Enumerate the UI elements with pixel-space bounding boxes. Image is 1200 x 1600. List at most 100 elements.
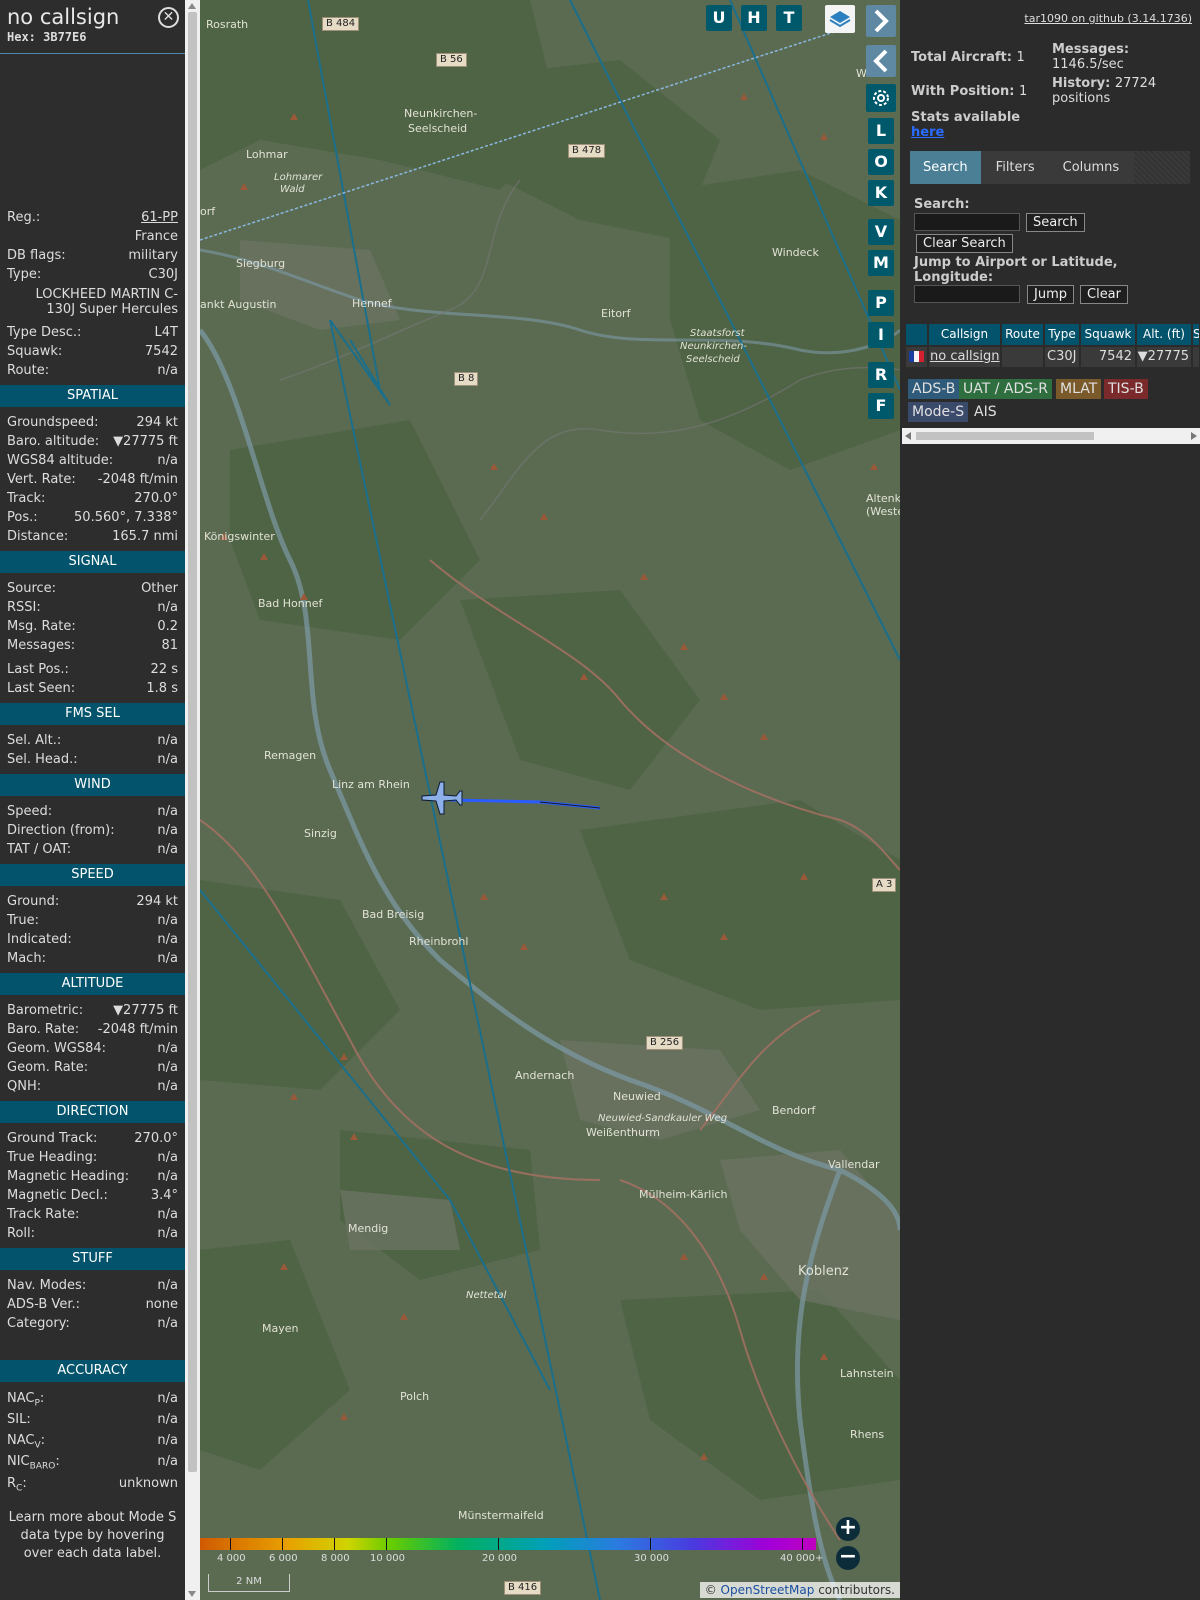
jump-button[interactable]: Jump xyxy=(1027,285,1074,304)
table-header-squawk[interactable]: Squawk xyxy=(1081,324,1136,345)
map-btn-t[interactable]: T xyxy=(776,5,802,31)
road-label: B 8 xyxy=(454,372,479,386)
clear-search-button[interactable]: Clear Search xyxy=(916,234,1013,253)
map-btn-f[interactable]: F xyxy=(868,393,894,419)
scroll-right-icon[interactable] xyxy=(1191,432,1197,440)
info-row: Magnetic Heading: n/a xyxy=(0,1167,185,1186)
table-header-route[interactable]: Route xyxy=(1002,324,1044,345)
tab-filters[interactable]: Filters xyxy=(982,151,1048,184)
map-btn-k[interactable]: K xyxy=(868,180,894,206)
tab-search[interactable]: Search xyxy=(910,151,981,184)
type-row: Type: C30J xyxy=(0,265,185,284)
place-label: Siegburg xyxy=(236,257,286,270)
table-header-alt[interactable]: Alt. (ft) xyxy=(1137,324,1192,345)
info-row: Source: Other xyxy=(0,579,185,598)
layers-button[interactable] xyxy=(825,5,855,33)
table-header-type[interactable]: Type xyxy=(1045,324,1080,345)
table-header-speed[interactable]: S xyxy=(1193,324,1200,345)
scroll-left-icon[interactable] xyxy=(905,432,911,440)
place-label: Münstermaifeld xyxy=(458,1509,544,1522)
map-btn-p[interactable]: P xyxy=(868,290,894,316)
info-row-label: Nav. Modes: xyxy=(7,1278,87,1293)
reg-link[interactable]: 61-PP xyxy=(141,208,178,227)
jump-input[interactable] xyxy=(914,285,1020,303)
section-spatial: SPATIAL xyxy=(0,385,185,407)
info-row: QNH: n/a xyxy=(0,1077,185,1096)
table-header-callsign[interactable]: Callsign xyxy=(929,324,1001,345)
info-row-value: n/a xyxy=(157,1226,178,1241)
map-btn-u[interactable]: U xyxy=(706,5,732,31)
altitude-legend-label: 40 000+ xyxy=(780,1553,824,1564)
legend-uat[interactable]: UAT / ADS-R xyxy=(959,379,1052,399)
settings-button[interactable] xyxy=(866,84,896,112)
map-btn-h[interactable]: H xyxy=(741,5,767,31)
zoom-out-button[interactable]: − xyxy=(836,1546,860,1570)
info-row-label: Groundspeed: xyxy=(7,415,99,430)
info-row-label: Ground Track: xyxy=(7,1131,98,1146)
info-row-value: n/a xyxy=(157,752,178,767)
close-icon[interactable]: ✕ xyxy=(158,7,179,28)
info-row-label: Last Seen: xyxy=(7,681,76,696)
info-row-value: n/a xyxy=(157,453,178,468)
place-label: Seelscheid xyxy=(686,354,740,365)
expand-info-button[interactable] xyxy=(866,45,896,77)
scrollbar-thumb[interactable] xyxy=(916,432,1094,440)
route-value: n/a xyxy=(157,363,178,378)
info-row-value: -2048 ft/min xyxy=(97,1022,178,1037)
tab-columns[interactable]: Columns xyxy=(1049,151,1133,184)
legend-modes[interactable]: Mode-S xyxy=(908,402,969,422)
info-footer-text: Learn more about Mode S data type by hov… xyxy=(8,1510,177,1561)
sil-value: n/a xyxy=(157,1412,178,1427)
info-row-value: n/a xyxy=(157,1278,178,1293)
nacv-value: n/a xyxy=(157,1433,178,1448)
collapse-sidebar-button[interactable] xyxy=(866,5,896,37)
info-row: Msg. Rate: 0.2 xyxy=(0,617,185,636)
sidebar-panel: tar1090 on github (3.14.1736) Total Airc… xyxy=(900,0,1200,1600)
nacp-value: n/a xyxy=(157,1391,178,1406)
scrollbar-thumb[interactable] xyxy=(188,12,197,1472)
info-row: Last Pos.: 22 s xyxy=(0,660,185,679)
row-callsign[interactable]: no callsign xyxy=(929,347,1001,367)
place-label: Hennef xyxy=(352,297,392,310)
osm-link[interactable]: OpenStreetMap xyxy=(721,1583,815,1597)
place-label: orf xyxy=(200,205,216,218)
altitude-legend-label: 10 000 xyxy=(370,1553,405,1564)
table-horizontal-scrollbar[interactable] xyxy=(902,428,1200,444)
map-btn-o[interactable]: O xyxy=(868,149,894,175)
map-view[interactable]: Rosrath Neunkirchen- Seelscheid Lohmar L… xyxy=(200,0,900,1600)
place-label: Nettetal xyxy=(466,1290,507,1301)
zoom-in-button[interactable]: + xyxy=(836,1517,860,1541)
info-row-label: Messages: xyxy=(7,638,76,653)
info-row-label: TAT / OAT: xyxy=(7,842,72,857)
map-btn-l[interactable]: L xyxy=(868,118,894,144)
search-input[interactable] xyxy=(914,213,1020,231)
search-button[interactable]: Search xyxy=(1026,213,1085,232)
info-row-label: Baro. Rate: xyxy=(7,1022,80,1037)
info-row-label: Roll: xyxy=(7,1226,36,1241)
legend-ais[interactable]: AIS xyxy=(970,402,1001,422)
legend-tisb[interactable]: TIS-B xyxy=(1104,379,1148,399)
scroll-down-icon[interactable] xyxy=(188,1591,196,1597)
scroll-up-icon[interactable] xyxy=(188,3,196,9)
stats-link[interactable]: here xyxy=(911,125,944,140)
place-label: Koblenz xyxy=(798,1264,849,1279)
legend-mlat[interactable]: MLAT xyxy=(1056,379,1102,399)
place-label: Bendorf xyxy=(772,1104,816,1117)
map-btn-m[interactable]: M xyxy=(868,250,894,276)
clear-button[interactable]: Clear xyxy=(1080,285,1128,304)
legend-adsb[interactable]: ADS-B xyxy=(908,379,960,399)
info-row-label: Indicated: xyxy=(7,932,72,947)
github-link[interactable]: tar1090 on github (3.14.1736) xyxy=(1024,12,1192,25)
map-btn-i[interactable]: I xyxy=(868,322,894,348)
nicbaro-row: NICBARO: n/a xyxy=(0,1451,185,1473)
place-label: Königswinter xyxy=(204,530,275,543)
road-label: B 256 xyxy=(646,1036,684,1050)
rc-label: RC: xyxy=(7,1476,27,1494)
info-panel-scrollbar[interactable] xyxy=(185,0,200,1600)
map-btn-r[interactable]: R xyxy=(868,362,894,388)
map-btn-v[interactable]: V xyxy=(868,219,894,245)
place-label: Windeck xyxy=(772,246,819,259)
info-row: Baro. Rate: -2048 ft/min xyxy=(0,1020,185,1039)
info-row: Mach: n/a xyxy=(0,949,185,968)
info-row-label: Track Rate: xyxy=(7,1207,80,1222)
